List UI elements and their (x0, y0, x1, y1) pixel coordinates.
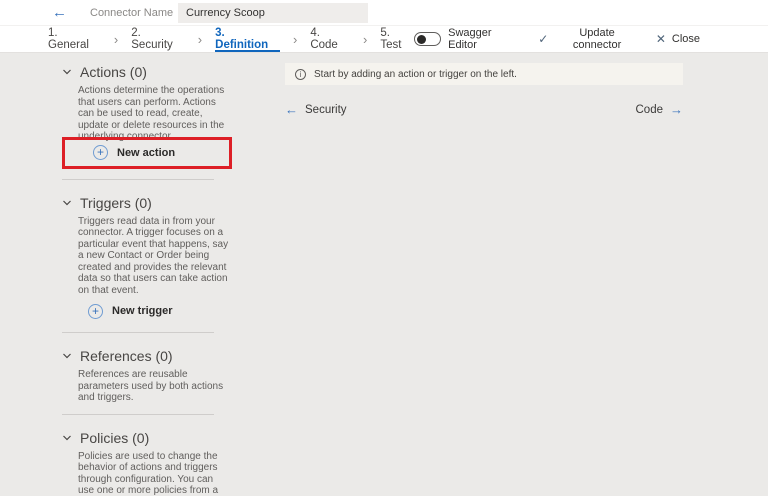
section-actions-header[interactable]: Actions (0) (62, 63, 232, 81)
chevron-down-icon (62, 433, 72, 443)
back-button[interactable]: ← (52, 5, 76, 20)
section-policies-header[interactable]: Policies (0) (62, 429, 232, 447)
close-button[interactable]: ✕ Close (656, 32, 700, 46)
definition-main-panel: i Start by adding an action or trigger o… (285, 63, 683, 496)
chevron-down-icon (62, 67, 72, 77)
close-icon: ✕ (656, 32, 666, 46)
connector-name-input[interactable] (178, 3, 368, 23)
section-policies-title: Policies (0) (80, 430, 149, 446)
step-separator-icon: › (101, 26, 131, 52)
info-icon: i (295, 69, 306, 80)
back-arrow-icon: ← (52, 4, 67, 21)
arrow-right-icon: → (670, 102, 683, 117)
chevron-down-icon (62, 351, 72, 361)
section-actions-description: Actions determine the operations that us… (78, 85, 230, 143)
tutorial-highlight-box: + New action (62, 137, 232, 169)
code-forward-label: Code (636, 104, 664, 116)
wizard-nav-bar: 1. General › 2. Security › 3. Definition… (0, 26, 768, 53)
update-connector-label: Update connector (554, 27, 639, 51)
section-divider (62, 414, 214, 415)
definition-sidebar: Actions (0) Actions determine the operat… (62, 63, 232, 496)
connector-name-label: Connector Name (90, 7, 178, 19)
section-triggers-description: Triggers read data in from your connecto… (78, 216, 230, 297)
section-references: References (0) References are reusable p… (62, 347, 232, 415)
arrow-left-icon: ← (285, 102, 298, 117)
step-general[interactable]: 1. General (48, 26, 101, 52)
plus-circle-icon: + (88, 304, 103, 319)
section-divider (62, 332, 214, 333)
section-actions-title: Actions (0) (80, 64, 147, 80)
step-definition[interactable]: 3. Definition (215, 26, 280, 52)
info-banner: i Start by adding an action or trigger o… (285, 63, 683, 85)
header-bar: ← Connector Name (0, 0, 768, 26)
section-policies-description: Policies are used to change the behavior… (78, 451, 230, 496)
step-separator-icon: › (350, 26, 380, 52)
section-references-title: References (0) (80, 348, 173, 364)
section-triggers: Triggers (0) Triggers read data in from … (62, 194, 232, 334)
wizard-steps: 1. General › 2. Security › 3. Definition… (48, 26, 414, 52)
new-trigger-button[interactable]: + New trigger (62, 300, 173, 322)
step-test[interactable]: 5. Test (380, 26, 413, 52)
code-forward-link[interactable]: Code → (636, 102, 684, 117)
nav-right-controls: Swagger Editor ✓ Update connector ✕ Clos… (414, 26, 700, 52)
new-action-button[interactable]: + New action (67, 142, 175, 164)
checkmark-icon: ✓ (538, 32, 548, 46)
section-references-header[interactable]: References (0) (62, 347, 232, 365)
section-references-description: References are reusable parameters used … (78, 369, 230, 404)
plus-circle-icon: + (93, 145, 108, 160)
content-area: Actions (0) Actions determine the operat… (0, 53, 768, 496)
new-trigger-label: New trigger (112, 305, 173, 317)
new-action-label: New action (117, 147, 175, 159)
close-label: Close (672, 33, 700, 45)
section-policies: Policies (0) Policies are used to change… (62, 429, 232, 496)
chevron-down-icon (62, 198, 72, 208)
toggle-off-icon (414, 32, 442, 46)
section-actions: Actions (0) Actions determine the operat… (62, 63, 232, 180)
swagger-editor-label: Swagger Editor (448, 27, 522, 51)
section-triggers-title: Triggers (0) (80, 195, 152, 211)
step-separator-icon: › (185, 26, 215, 52)
security-back-label: Security (305, 104, 347, 116)
pager-links: ← Security Code → (285, 102, 683, 117)
section-divider (62, 179, 214, 180)
step-code[interactable]: 4. Code (310, 26, 350, 52)
swagger-editor-toggle[interactable]: Swagger Editor (414, 27, 523, 51)
update-connector-button[interactable]: ✓ Update connector (538, 27, 640, 51)
info-banner-text: Start by adding an action or trigger on … (314, 69, 517, 80)
connector-editor-page: ← Connector Name 1. General › 2. Securit… (0, 0, 768, 496)
step-security[interactable]: 2. Security (131, 26, 185, 52)
step-separator-icon: › (280, 26, 310, 52)
security-back-link[interactable]: ← Security (285, 102, 347, 117)
section-triggers-header[interactable]: Triggers (0) (62, 194, 232, 212)
